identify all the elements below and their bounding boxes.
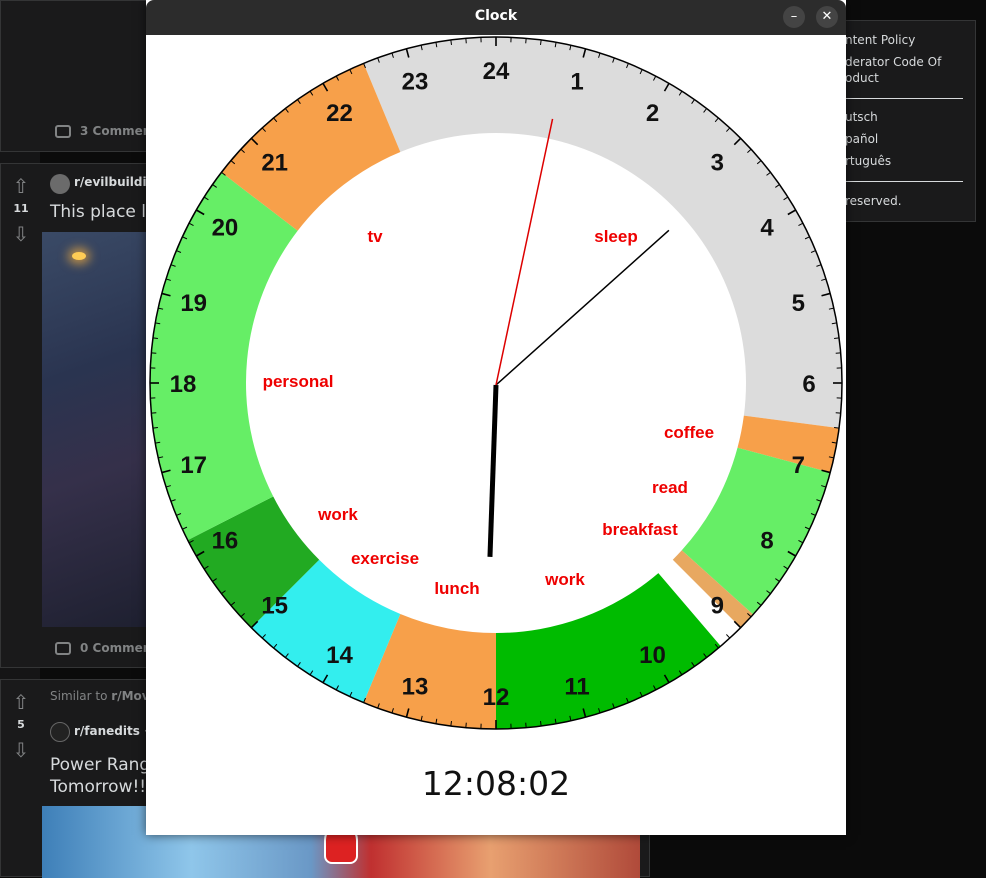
hour-label: 15 (261, 592, 288, 619)
post-image[interactable] (42, 232, 152, 627)
comment-icon (55, 642, 71, 655)
activity-label: breakfast (602, 520, 678, 539)
tick-mark (451, 721, 452, 726)
language-deutsch[interactable]: utsch (845, 110, 878, 124)
post-card-1[interactable]: 3 Comments (0, 0, 160, 152)
minute-hand (496, 230, 669, 385)
tick-mark (153, 338, 158, 339)
moderator-code-link-line-2[interactable]: oduct (845, 71, 879, 85)
subreddit-avatar[interactable] (50, 174, 70, 194)
activity-label: lunch (434, 579, 479, 598)
post-title-line-1[interactable]: Power Rang (50, 755, 150, 775)
comment-icon (55, 125, 71, 138)
window-titlebar[interactable]: Clock – ✕ (146, 0, 846, 35)
hour-label: 2 (646, 100, 659, 127)
hour-label: 18 (170, 371, 197, 398)
hour-label: 5 (792, 290, 805, 317)
downvote-icon[interactable]: ⇩ (1, 224, 41, 244)
clock-hands (490, 119, 669, 557)
activity-label: coffee (664, 423, 714, 442)
similar-label: Similar to r/Movi (50, 689, 154, 703)
tick-mark (726, 634, 729, 638)
language-espanol[interactable]: pañol (845, 132, 878, 146)
activity-label: sleep (594, 227, 637, 246)
downvote-icon[interactable]: ⇩ (1, 740, 41, 760)
activity-label: read (652, 478, 688, 497)
activity-label: personal (263, 372, 334, 391)
hour-label: 9 (711, 592, 724, 619)
hour-label: 8 (760, 528, 773, 555)
vote-count: 5 (1, 718, 41, 731)
tick-mark (451, 40, 452, 45)
clock-window[interactable]: Clock – ✕ 241234567891011121314151617181… (146, 0, 846, 835)
tick-mark (153, 428, 158, 429)
hour-label: 20 (212, 215, 239, 242)
language-portugues[interactable]: rtuguês (845, 154, 891, 168)
tick-mark (834, 338, 839, 339)
hour-hand (490, 385, 496, 557)
hour-label: 19 (180, 290, 207, 317)
activity-label: exercise (351, 549, 419, 568)
hour-label: 21 (261, 150, 288, 177)
upvote-icon[interactable]: ⇧ (1, 176, 41, 196)
subreddit-avatar[interactable] (50, 722, 70, 742)
divider (841, 98, 963, 99)
vote-count: 11 (1, 202, 41, 215)
second-hand (496, 119, 553, 385)
hour-label: 14 (326, 642, 353, 669)
hour-label: 23 (402, 69, 429, 96)
post-title[interactable]: This place lo (50, 202, 156, 222)
hour-label: 12 (483, 684, 510, 711)
hour-label: 3 (711, 150, 724, 177)
activity-label: tv (367, 227, 383, 246)
hour-label: 17 (180, 452, 207, 479)
hour-label: 13 (402, 673, 429, 700)
hour-label: 22 (326, 100, 353, 127)
close-button[interactable]: ✕ (816, 6, 838, 28)
activity-label: work (317, 505, 358, 524)
activity-label: work (544, 570, 585, 589)
tick-mark (834, 428, 839, 429)
upvote-icon[interactable]: ⇧ (1, 692, 41, 712)
post-title-line-2[interactable]: Tomorrow!! (50, 777, 146, 797)
moderator-code-link[interactable]: derator Code Of (845, 55, 941, 69)
tick-mark (541, 721, 542, 726)
hour-label: 11 (564, 673, 589, 700)
hour-label: 1 (570, 69, 583, 96)
activity-segment (496, 573, 721, 729)
hour-label: 16 (212, 528, 239, 555)
hour-label: 24 (483, 58, 510, 85)
post-card-2[interactable]: ⇧ 11 ⇩ r/evilbuilding This place lo 0 Co… (0, 163, 160, 668)
hour-label: 4 (760, 215, 774, 242)
window-title: Clock (146, 8, 846, 24)
divider (841, 181, 963, 182)
hour-label: 6 (802, 371, 815, 398)
content-policy-link[interactable]: ntent Policy (845, 33, 915, 47)
clock-face: 241234567891011121314151617181920212223 … (146, 35, 846, 755)
hour-label: 7 (792, 452, 805, 479)
digital-time: 12:08:02 (146, 764, 846, 803)
minimize-button[interactable]: – (783, 6, 805, 28)
hour-label: 10 (639, 642, 666, 669)
rights-reserved-text: reserved. (845, 194, 902, 208)
tick-mark (541, 40, 542, 45)
comet-glow (72, 252, 86, 260)
